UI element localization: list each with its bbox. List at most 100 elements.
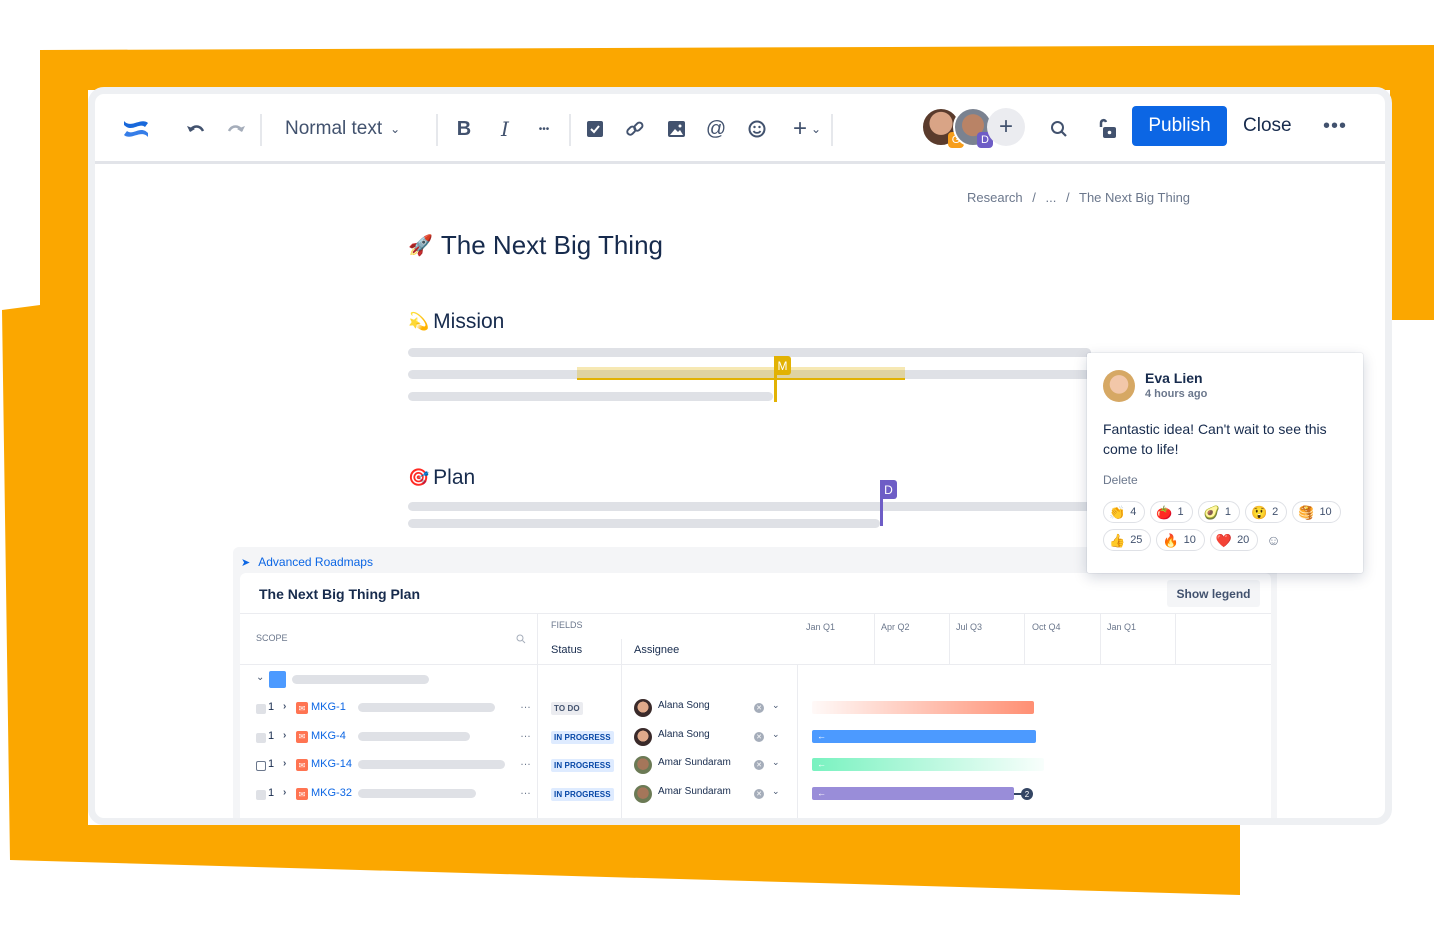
macro-label[interactable]: ➤ Advanced Roadmaps bbox=[241, 555, 373, 569]
status-lozenge[interactable]: IN PROGRESS bbox=[551, 788, 614, 802]
issue-row[interactable]: 1 › ✉ MKG-14 … IN PROGRESS Amar Sundaram… bbox=[240, 752, 1271, 780]
more-actions-button[interactable]: ••• bbox=[1323, 106, 1353, 146]
row-more-icon[interactable]: … bbox=[520, 699, 531, 711]
reaction-pill[interactable]: 🥑 1 bbox=[1197, 501, 1240, 523]
search-icon[interactable] bbox=[1047, 112, 1071, 146]
link-icon[interactable] bbox=[623, 112, 647, 146]
breadcrumb-ellipsis[interactable]: ... bbox=[1046, 190, 1057, 205]
issue-key-link[interactable]: MKG-14 bbox=[311, 758, 352, 770]
comment-author[interactable]: Eva Lien bbox=[1145, 370, 1203, 386]
emoji-icon[interactable] bbox=[745, 112, 769, 146]
reaction-pill[interactable]: 👏 4 bbox=[1103, 501, 1146, 523]
chevron-right-icon[interactable]: › bbox=[283, 787, 286, 798]
breadcrumb-item-current[interactable]: The Next Big Thing bbox=[1079, 190, 1190, 205]
reaction-pill[interactable]: ❤️ 20 bbox=[1209, 529, 1259, 551]
row-checkbox[interactable] bbox=[256, 790, 266, 801]
child-count: 1 bbox=[268, 729, 275, 742]
timeline-bar[interactable]: ← bbox=[812, 758, 1044, 772]
add-collaborator-button[interactable]: + bbox=[987, 108, 1025, 146]
image-icon[interactable] bbox=[664, 112, 688, 146]
issue-key-link[interactable]: MKG-4 bbox=[311, 730, 346, 742]
issue-row[interactable]: 1 › ✉ MKG-4 … IN PROGRESS Alana Song ✕ ⌄… bbox=[240, 724, 1271, 752]
arrow-left-icon: ← bbox=[817, 759, 826, 770]
assignee-column-header[interactable]: Assignee bbox=[634, 644, 679, 656]
timeline-divider bbox=[949, 613, 950, 664]
chevron-right-icon[interactable]: › bbox=[283, 758, 286, 769]
row-more-icon[interactable]: … bbox=[520, 756, 531, 768]
page-title[interactable]: 🚀 The Next Big Thing bbox=[408, 230, 663, 261]
timeline-divider bbox=[874, 613, 875, 664]
reaction-count: 1 bbox=[1177, 506, 1184, 518]
issue-row[interactable]: 1 › ✉ MKG-32 … IN PROGRESS Amar Sundaram… bbox=[240, 781, 1271, 809]
insert-plus-icon[interactable]: + ⌄ bbox=[787, 112, 827, 146]
timeline-bar[interactable] bbox=[812, 701, 1034, 714]
reaction-pill[interactable]: 😲 2 bbox=[1244, 501, 1288, 523]
scope-header: SCOPE bbox=[256, 633, 288, 643]
reaction-pill[interactable]: 🥞 10 bbox=[1292, 501, 1341, 523]
chevron-down-icon[interactable]: ⌄ bbox=[772, 786, 780, 797]
scope-search-icon[interactable] bbox=[516, 631, 526, 649]
italic-button[interactable]: I bbox=[493, 112, 517, 146]
timeline-bar[interactable]: ← bbox=[812, 729, 1036, 743]
clear-assignee-icon[interactable]: ✕ bbox=[754, 703, 764, 713]
chevron-down-icon[interactable]: ⌄ bbox=[256, 672, 264, 683]
reaction-pill[interactable]: 🍅 1 bbox=[1150, 501, 1193, 523]
timeline-quarter-label: Oct Q4 bbox=[1032, 622, 1061, 632]
mention-icon[interactable]: @ bbox=[704, 112, 728, 146]
divider bbox=[240, 613, 1271, 614]
row-checkbox[interactable] bbox=[256, 732, 266, 743]
status-column-header[interactable]: Status bbox=[551, 644, 582, 656]
chevron-down-icon[interactable]: ⌄ bbox=[772, 700, 780, 711]
comment-body: Fantastic idea! Can't wait to see this c… bbox=[1103, 421, 1327, 457]
status-lozenge[interactable]: TO DO bbox=[551, 702, 583, 715]
reaction-count: 20 bbox=[1237, 534, 1250, 546]
timeline-bar[interactable]: ← bbox=[812, 787, 1014, 801]
bold-button[interactable]: B bbox=[452, 112, 476, 146]
undo-icon[interactable] bbox=[183, 112, 209, 146]
heading-mission[interactable]: 💫 Mission bbox=[408, 310, 504, 334]
issue-key-link[interactable]: MKG-32 bbox=[311, 787, 352, 799]
dependency-badge[interactable]: 2 bbox=[1021, 788, 1033, 801]
status-lozenge[interactable]: IN PROGRESS bbox=[551, 730, 614, 744]
reaction-pill[interactable]: 🔥 10 bbox=[1156, 529, 1205, 551]
unlock-icon[interactable] bbox=[1095, 112, 1119, 146]
more-formatting-button[interactable]: ••• bbox=[532, 112, 556, 146]
chevron-down-icon[interactable]: ⌄ bbox=[772, 757, 780, 768]
editor-toolbar: Normal text ⌄ B I ••• @ + ⌄ G D + Publis… bbox=[95, 94, 1385, 164]
show-legend-button[interactable]: Show legend bbox=[1167, 580, 1260, 607]
epic-row[interactable]: ⌄ bbox=[240, 667, 1271, 695]
issue-key-link[interactable]: MKG-1 bbox=[311, 701, 346, 713]
clear-assignee-icon[interactable]: ✕ bbox=[754, 760, 764, 771]
reaction-emoji-icon: 🍅 bbox=[1156, 504, 1173, 520]
chevron-right-icon[interactable]: › bbox=[283, 730, 286, 741]
heading-plan[interactable]: 🎯 Plan bbox=[408, 466, 475, 490]
toolbar-divider bbox=[569, 114, 571, 146]
reaction-pill[interactable]: 👍 25 bbox=[1103, 529, 1152, 551]
reaction-emoji-icon: 👏 bbox=[1109, 504, 1126, 520]
row-checkbox[interactable] bbox=[256, 761, 266, 772]
status-lozenge[interactable]: IN PROGRESS bbox=[551, 759, 614, 773]
task-checkbox-icon[interactable] bbox=[583, 112, 607, 146]
clear-assignee-icon[interactable]: ✕ bbox=[754, 789, 764, 800]
assignee-avatar bbox=[634, 756, 652, 775]
row-more-icon[interactable]: … bbox=[520, 785, 531, 797]
target-icon: 🎯 bbox=[408, 468, 430, 487]
comment-time: 4 hours ago bbox=[1145, 388, 1208, 400]
close-button[interactable]: Close bbox=[1243, 106, 1292, 146]
issue-row[interactable]: 1 › ✉ MKG-1 … TO DO Alana Song ✕ ⌄ bbox=[240, 695, 1271, 723]
confluence-logo[interactable] bbox=[117, 112, 155, 146]
breadcrumb-item-research[interactable]: Research bbox=[967, 190, 1023, 205]
redo-icon[interactable] bbox=[223, 112, 249, 146]
text-style-dropdown[interactable]: Normal text ⌄ bbox=[285, 112, 400, 146]
delete-comment-link[interactable]: Delete bbox=[1103, 473, 1138, 487]
timeline-divider bbox=[1175, 613, 1176, 664]
assignee-name: Amar Sundaram bbox=[658, 786, 731, 798]
row-checkbox[interactable] bbox=[256, 704, 266, 714]
clear-assignee-icon[interactable]: ✕ bbox=[754, 731, 764, 742]
chevron-right-icon[interactable]: › bbox=[283, 701, 286, 712]
add-reaction-icon[interactable]: ☺ bbox=[1263, 529, 1280, 551]
text-placeholder bbox=[358, 760, 505, 770]
publish-button[interactable]: Publish bbox=[1132, 106, 1227, 146]
row-more-icon[interactable]: … bbox=[520, 728, 531, 740]
chevron-down-icon[interactable]: ⌄ bbox=[772, 729, 780, 740]
